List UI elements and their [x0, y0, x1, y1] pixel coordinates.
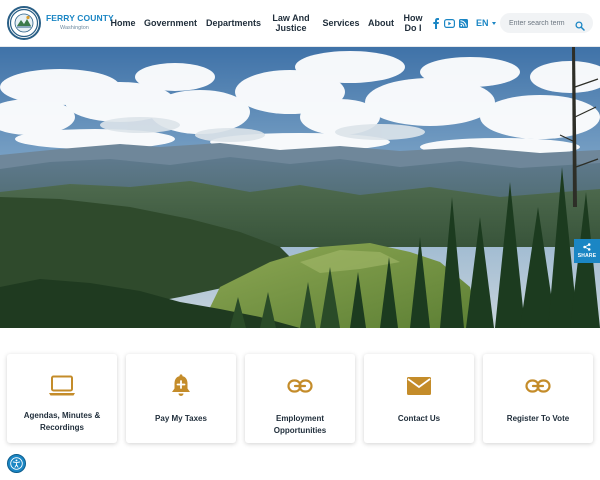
nav-services[interactable]: Services: [321, 0, 361, 47]
quick-link-register-to-vote[interactable]: Register To Vote: [483, 354, 593, 443]
quick-link-agendas[interactable]: Agendas, Minutes & Recordings: [7, 354, 117, 443]
laptop-icon: [7, 374, 117, 398]
quick-link-label: Agendas, Minutes & Recordings: [23, 411, 101, 433]
search-input[interactable]: [509, 19, 579, 27]
hero-banner: SHARE: [0, 47, 600, 328]
quick-link-pay-taxes[interactable]: Pay My Taxes: [126, 354, 236, 443]
quick-link-label: Register To Vote: [506, 414, 570, 423]
youtube-link[interactable]: [444, 17, 455, 29]
search-icon[interactable]: [575, 18, 585, 31]
brand-name: FERRY COUNTY: [46, 13, 114, 23]
language-selected: EN: [476, 18, 489, 28]
brand-subtitle: Washington: [60, 24, 89, 31]
rss-icon: [458, 18, 468, 28]
bell-plus-icon: [126, 374, 236, 398]
language-selector[interactable]: EN: [476, 17, 496, 29]
share-label: SHARE: [577, 253, 597, 259]
nav-government[interactable]: Government: [143, 0, 198, 47]
link-icon: [483, 374, 593, 398]
share-icon: [583, 243, 591, 251]
facebook-icon: [433, 17, 439, 29]
accessibility-icon: [10, 457, 23, 470]
search-box: [500, 13, 593, 33]
quick-link-contact-us[interactable]: Contact Us: [364, 354, 474, 443]
youtube-icon: [444, 18, 455, 28]
quick-links-section: Agendas, Minutes & Recordings Pay My Tax…: [0, 328, 600, 480]
mountain-landscape-image: [0, 47, 600, 328]
facebook-link[interactable]: [431, 17, 441, 29]
nav-about[interactable]: About: [367, 0, 395, 47]
envelope-icon: [364, 374, 474, 398]
nav-home[interactable]: Home: [110, 0, 136, 47]
quick-link-employment[interactable]: Employment Opportunities: [245, 354, 355, 443]
quick-link-label: Contact Us: [397, 414, 441, 423]
nav-how-do-i[interactable]: How Do I: [401, 0, 425, 47]
nav-departments[interactable]: Departments: [205, 0, 262, 47]
site-header: FERRY COUNTY Washington Home Government …: [0, 0, 600, 47]
nav-law-and-justice[interactable]: Law And Justice: [271, 0, 311, 47]
accessibility-button[interactable]: [7, 454, 26, 473]
share-button[interactable]: SHARE: [574, 239, 600, 263]
site-brand[interactable]: FERRY COUNTY Washington: [46, 14, 114, 31]
county-seal-icon: [9, 8, 39, 38]
quick-link-label: Employment Opportunities: [273, 414, 327, 436]
county-seal-logo[interactable]: [7, 6, 41, 40]
quick-link-label: Pay My Taxes: [155, 414, 207, 423]
link-icon: [245, 374, 355, 398]
rss-link[interactable]: [458, 17, 468, 29]
chevron-down-icon: [491, 21, 496, 25]
